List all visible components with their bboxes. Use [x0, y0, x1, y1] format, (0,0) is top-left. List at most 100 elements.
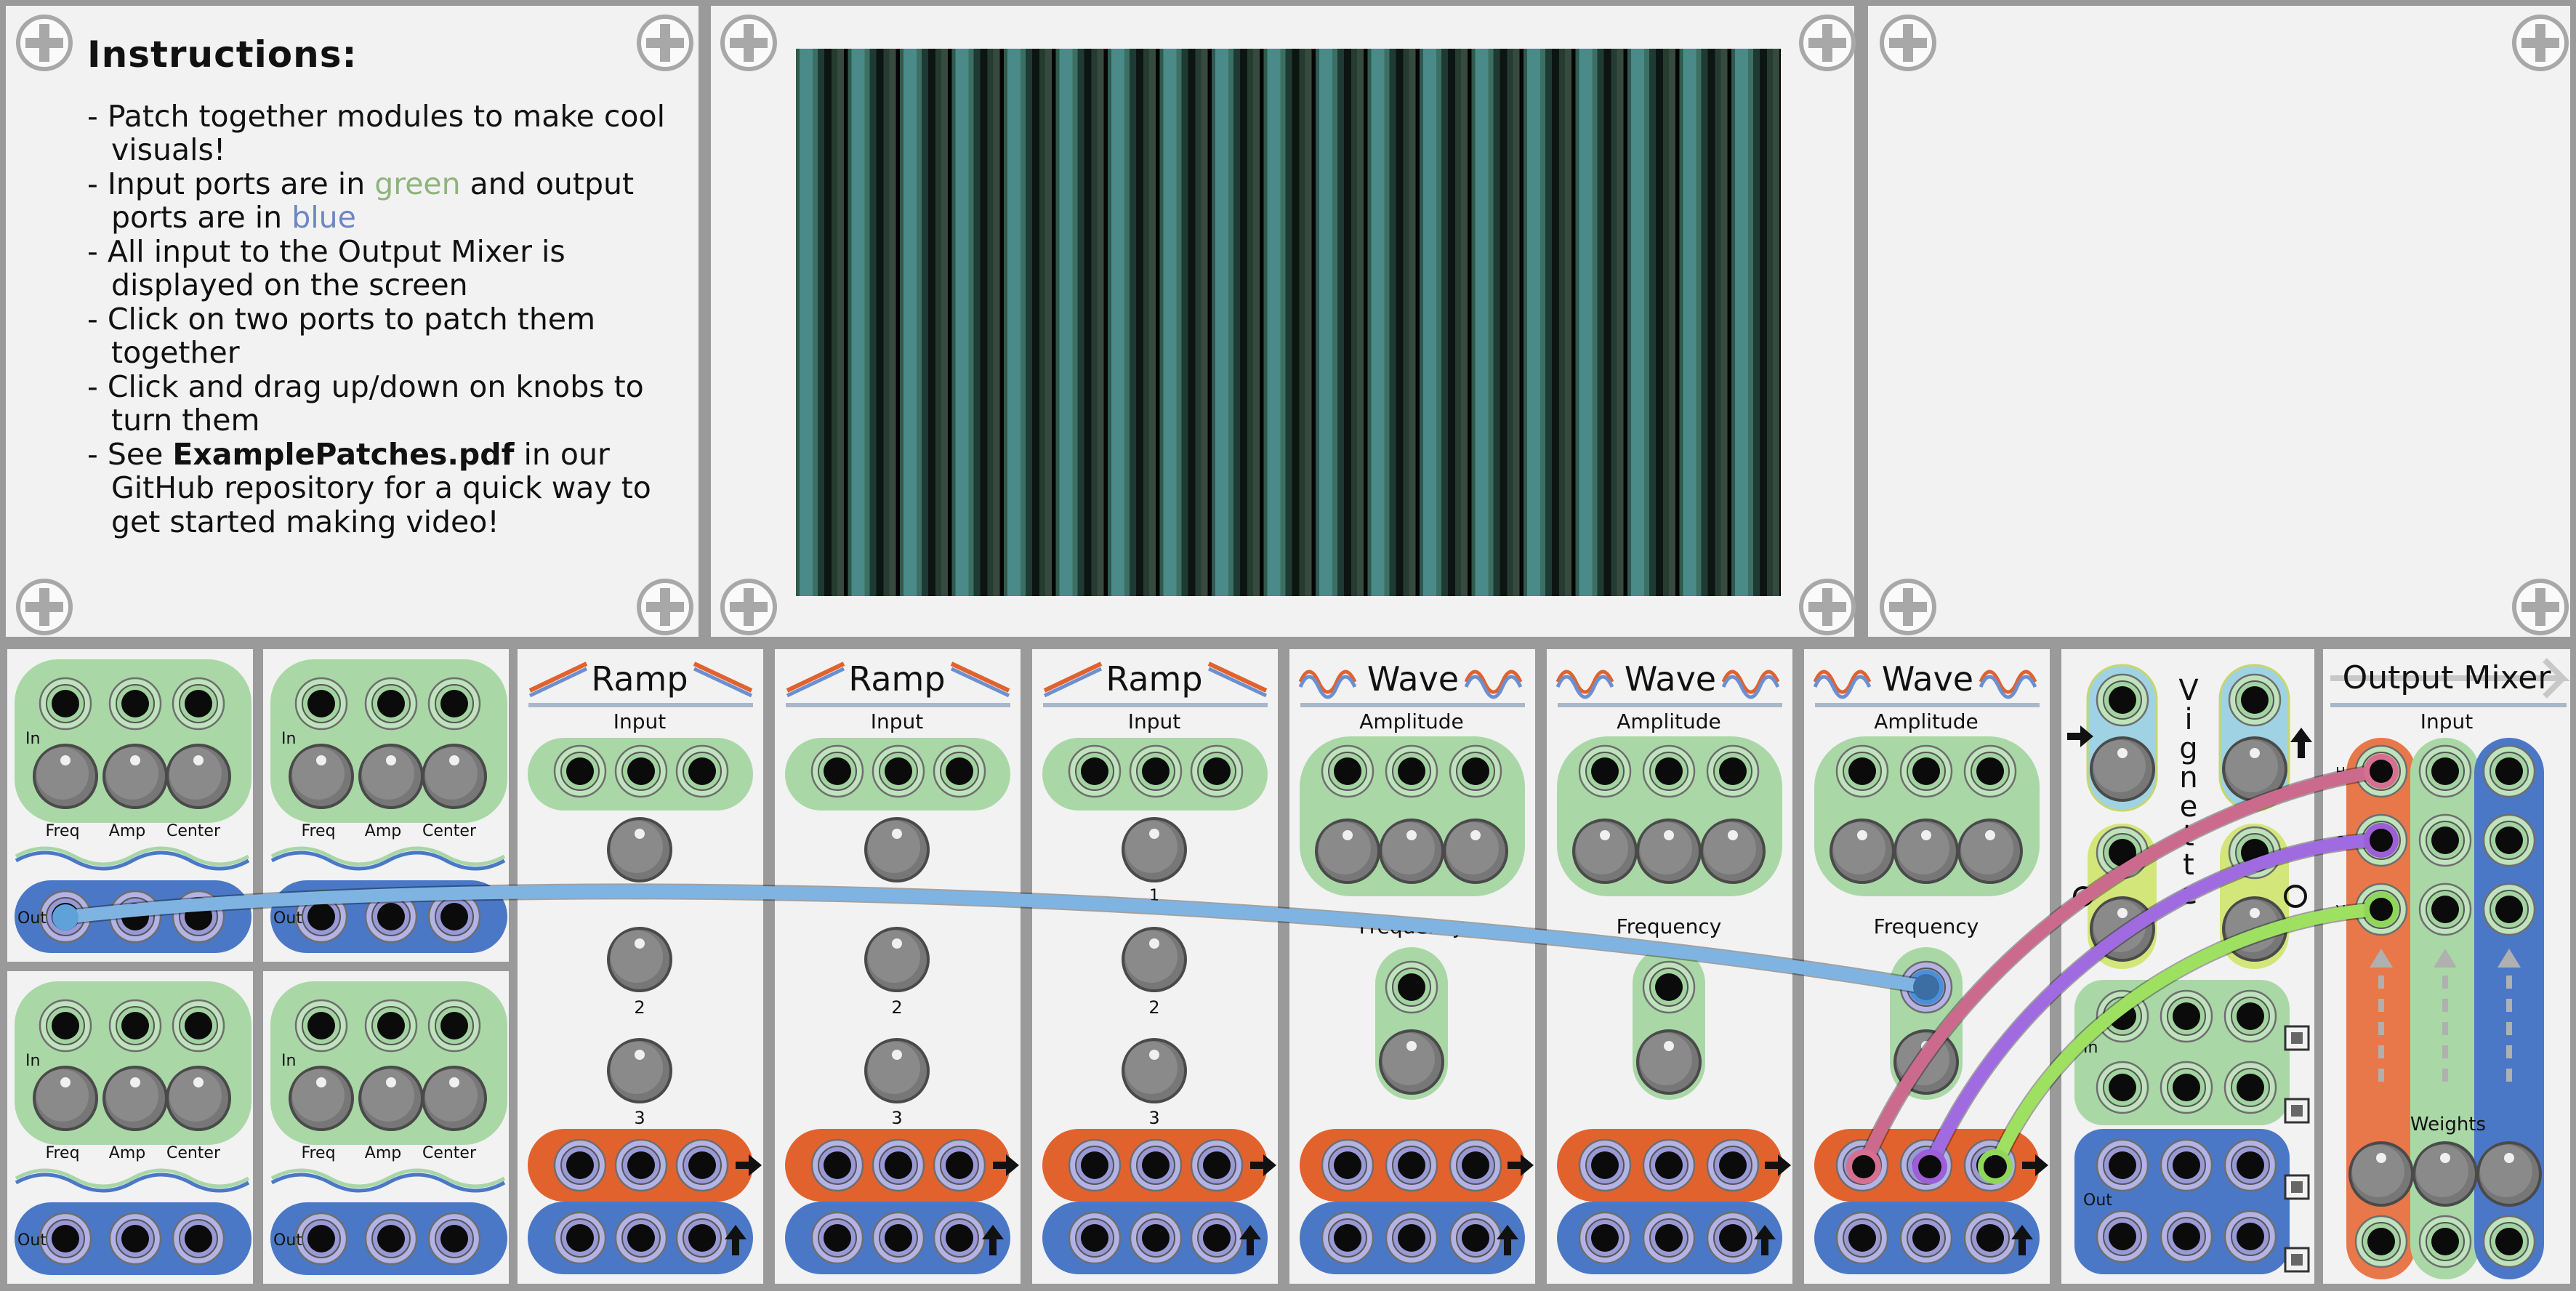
- ramp-output-jack[interactable]: [1129, 1211, 1183, 1265]
- wave-knob[interactable]: [1379, 819, 1444, 884]
- wave-output-jack[interactable]: [1321, 1211, 1374, 1265]
- lfo-input-jack[interactable]: [427, 999, 481, 1053]
- weight-knob[interactable]: [2348, 1141, 2414, 1207]
- ramp-output-jack[interactable]: [1129, 1138, 1183, 1192]
- ramp-output-jack[interactable]: [1190, 1211, 1244, 1265]
- ramp-input-jack[interactable]: [933, 744, 986, 798]
- mixer-input-jack[interactable]: [2354, 1215, 2408, 1268]
- wave-knob[interactable]: [1830, 819, 1895, 884]
- vignette-output-jack[interactable]: [2096, 1138, 2149, 1192]
- ramp-input-jack[interactable]: [675, 744, 729, 798]
- ramp-knob[interactable]: [607, 817, 672, 882]
- lfo-output-jack[interactable]: [294, 1212, 348, 1266]
- lfo-output-jack[interactable]: [364, 1212, 418, 1266]
- ramp-output-jack[interactable]: [614, 1138, 668, 1192]
- lfo-knob[interactable]: [33, 744, 98, 809]
- lfo-input-jack[interactable]: [294, 677, 348, 731]
- ramp-output-jack[interactable]: [810, 1138, 864, 1192]
- ramp-output-jack[interactable]: [675, 1138, 729, 1192]
- wave-output-jack[interactable]: [1706, 1211, 1760, 1265]
- wave-input-jack[interactable]: [1578, 744, 1632, 798]
- ramp-input-jack[interactable]: [1068, 744, 1122, 798]
- ramp-input-jack[interactable]: [614, 744, 668, 798]
- ramp-knob[interactable]: [607, 927, 672, 992]
- lfo-knob[interactable]: [289, 1066, 354, 1131]
- wave-knob[interactable]: [1443, 819, 1508, 884]
- vignette-jack[interactable]: [2096, 1061, 2149, 1114]
- lfo-knob[interactable]: [33, 1066, 98, 1131]
- ramp-output-jack[interactable]: [872, 1138, 925, 1192]
- lfo-knob[interactable]: [166, 1066, 231, 1131]
- ramp-output-jack[interactable]: [675, 1211, 729, 1265]
- lfo-input-jack[interactable]: [364, 677, 418, 731]
- wave-output-jack[interactable]: [1706, 1138, 1760, 1192]
- ramp-output-jack[interactable]: [1068, 1211, 1122, 1265]
- lfo-knob[interactable]: [289, 744, 354, 809]
- wave-output-jack[interactable]: [1642, 1211, 1696, 1265]
- vignette-knob[interactable]: [2090, 736, 2155, 802]
- lfo-input-jack[interactable]: [108, 677, 162, 731]
- ramp-output-jack[interactable]: [1190, 1138, 1244, 1192]
- lfo-input-jack[interactable]: [172, 999, 225, 1053]
- wave-knob[interactable]: [1572, 819, 1638, 884]
- lfo-knob[interactable]: [166, 744, 231, 809]
- wave-output-jack[interactable]: [1449, 1138, 1502, 1192]
- wave-knob[interactable]: [1636, 819, 1702, 884]
- frequency-jack[interactable]: [1385, 960, 1438, 1014]
- lfo-input-jack[interactable]: [427, 677, 481, 731]
- wave-input-jack[interactable]: [1642, 744, 1696, 798]
- ramp-input-jack[interactable]: [1129, 744, 1183, 798]
- lfo-knob[interactable]: [358, 1066, 424, 1131]
- lfo-input-jack[interactable]: [294, 999, 348, 1053]
- wave-output-jack[interactable]: [1449, 1211, 1502, 1265]
- wave-input-jack[interactable]: [1963, 744, 2017, 798]
- wave-knob[interactable]: [1700, 819, 1766, 884]
- vignette-output-jack[interactable]: [2223, 1210, 2277, 1263]
- wave-knob[interactable]: [1893, 819, 1959, 884]
- ramp-knob[interactable]: [1122, 927, 1187, 992]
- vignette-output-jack[interactable]: [2223, 1138, 2277, 1192]
- frequency-knob[interactable]: [1379, 1029, 1444, 1095]
- mixer-input-jack[interactable]: [2418, 744, 2472, 798]
- vignette-jack[interactable]: [2160, 989, 2213, 1043]
- frequency-knob[interactable]: [1636, 1029, 1702, 1095]
- wave-output-jack[interactable]: [1642, 1138, 1696, 1192]
- mixer-input-jack[interactable]: [2418, 1215, 2472, 1268]
- lfo-input-jack[interactable]: [364, 999, 418, 1053]
- wave-output-jack[interactable]: [1385, 1138, 1438, 1192]
- wave-input-jack[interactable]: [1385, 744, 1438, 798]
- lfo-knob[interactable]: [102, 744, 168, 809]
- ramp-input-jack[interactable]: [553, 744, 607, 798]
- lfo-knob[interactable]: [422, 744, 487, 809]
- ramp-input-jack[interactable]: [810, 744, 864, 798]
- wave-knob[interactable]: [1315, 819, 1380, 884]
- weight-knob[interactable]: [2412, 1141, 2478, 1207]
- lfo-output-jack[interactable]: [39, 1212, 92, 1266]
- wave-input-jack[interactable]: [1835, 744, 1889, 798]
- wave-input-jack[interactable]: [1706, 744, 1760, 798]
- wave-output-jack[interactable]: [1899, 1211, 1953, 1265]
- ramp-knob[interactable]: [1122, 817, 1187, 882]
- vignette-output-jack[interactable]: [2160, 1138, 2213, 1192]
- wave-input-jack[interactable]: [1321, 744, 1374, 798]
- ramp-knob[interactable]: [1122, 1038, 1187, 1103]
- ramp-input-jack[interactable]: [872, 744, 925, 798]
- mixer-input-jack[interactable]: [2418, 882, 2472, 936]
- ramp-knob[interactable]: [864, 817, 930, 882]
- wave-output-jack[interactable]: [1385, 1211, 1438, 1265]
- mixer-input-jack[interactable]: [2482, 882, 2536, 936]
- mixer-input-jack[interactable]: [2418, 813, 2472, 867]
- ramp-output-jack[interactable]: [933, 1138, 986, 1192]
- lfo-input-jack[interactable]: [39, 999, 92, 1053]
- weight-knob[interactable]: [2476, 1141, 2542, 1207]
- ramp-output-jack[interactable]: [553, 1138, 607, 1192]
- wave-output-jack[interactable]: [1835, 1211, 1889, 1265]
- ramp-output-jack[interactable]: [553, 1211, 607, 1265]
- wave-input-jack[interactable]: [1449, 744, 1502, 798]
- vignette-jack[interactable]: [2223, 989, 2277, 1043]
- vignette-jack[interactable]: [2096, 673, 2149, 727]
- ramp-output-jack[interactable]: [810, 1211, 864, 1265]
- lfo-knob[interactable]: [358, 744, 424, 809]
- wave-output-jack[interactable]: [1963, 1211, 2017, 1265]
- ramp-input-jack[interactable]: [1190, 744, 1244, 798]
